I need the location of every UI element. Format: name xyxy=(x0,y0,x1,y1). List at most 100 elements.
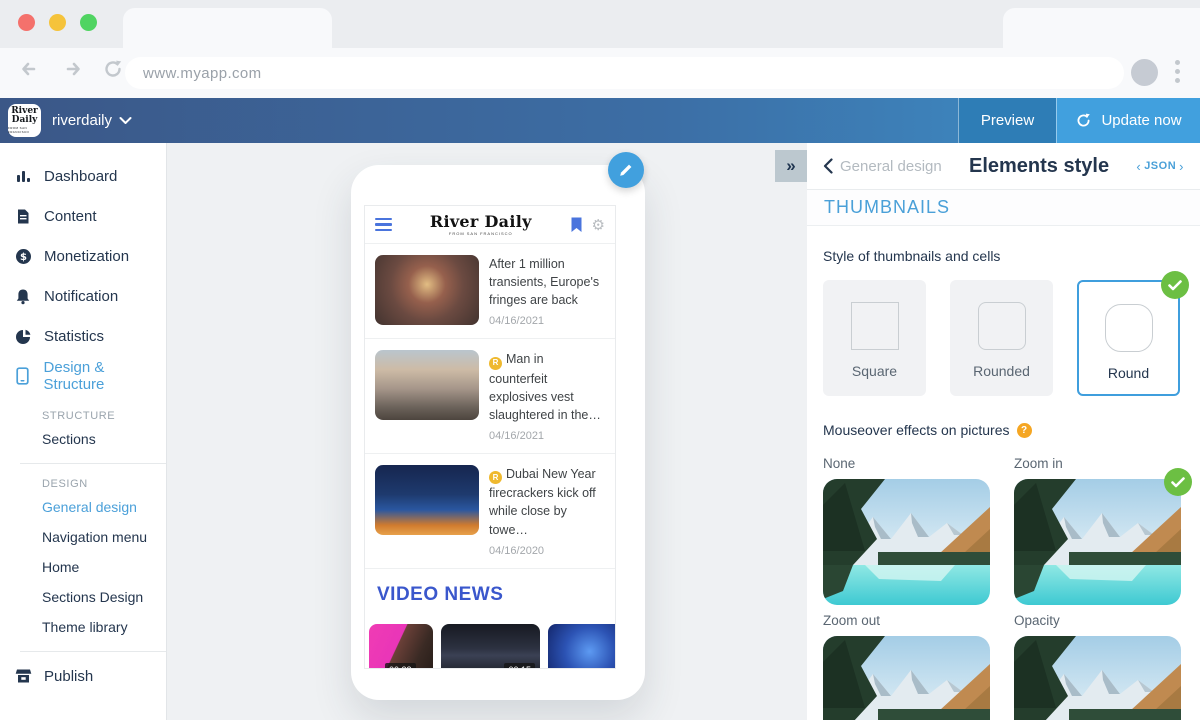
sidebar-item-label: Notification xyxy=(44,288,118,305)
effect-preview-image xyxy=(1014,479,1181,605)
preview-button-label: Preview xyxy=(981,112,1034,129)
masthead-tagline: FROM SAN FRANCISCO xyxy=(449,231,513,236)
effect-label: None xyxy=(823,456,990,471)
sidebar-section-design: DESIGN xyxy=(42,478,166,490)
preview-canvas: » River Daily FROM SAN FRANCISCO xyxy=(167,143,807,720)
effect-option-opacity[interactable]: Opacity xyxy=(1014,605,1181,720)
back-icon[interactable] xyxy=(18,57,42,81)
sidebar-item-statistics[interactable]: Statistics xyxy=(0,316,166,356)
source-badge: R xyxy=(489,471,502,484)
browser-tab-secondary[interactable] xyxy=(1003,8,1200,48)
close-window-button[interactable] xyxy=(18,14,35,31)
sidebar-item-monetization[interactable]: $ Monetization xyxy=(0,236,166,276)
effect-option-none[interactable]: None xyxy=(823,448,990,605)
sidebar-item-label: Statistics xyxy=(44,328,104,345)
sidebar-item-publish[interactable]: Publish xyxy=(0,656,166,696)
effect-label: Zoom in xyxy=(1014,456,1181,471)
chevron-down-icon[interactable] xyxy=(119,116,132,125)
json-toggle-label: JSON xyxy=(1144,160,1176,172)
preview-button[interactable]: Preview xyxy=(958,98,1056,143)
json-toggle[interactable]: ‹ JSON › xyxy=(1136,159,1184,174)
square-shape xyxy=(851,302,899,350)
divider xyxy=(20,651,166,652)
article-thumbnail xyxy=(375,350,479,420)
thumbnail-style-options: Square Rounded Round xyxy=(823,280,1184,396)
effect-option-zoom-out[interactable]: Zoom out xyxy=(823,605,990,720)
edit-button[interactable] xyxy=(608,152,644,188)
browser-avatar[interactable] xyxy=(1131,59,1158,86)
bell-icon xyxy=(14,288,32,305)
sidebar-item-notification[interactable]: Notification xyxy=(0,276,166,316)
browser-tab-active[interactable] xyxy=(123,8,332,48)
thumb-style-label: Style of thumbnails and cells xyxy=(823,248,1184,264)
article-row[interactable]: RMan in counterfeit explosives vest slau… xyxy=(365,339,615,454)
effect-option-zoom-in[interactable]: Zoom in xyxy=(1014,448,1181,605)
thumb-style-rounded[interactable]: Rounded xyxy=(950,280,1053,396)
phone-screen: River Daily FROM SAN FRANCISCO ⚙ After 1… xyxy=(364,205,616,669)
article-title: RDubai New Year firecrackers kick off wh… xyxy=(489,465,605,539)
minimize-window-button[interactable] xyxy=(49,14,66,31)
video-carousel[interactable]: 00:32 00:15 xyxy=(369,624,615,669)
mouseover-effect-options: None Zoom in xyxy=(823,448,1184,720)
settings-panel: General design Elements style ‹ JSON › T… xyxy=(807,143,1200,720)
forward-icon[interactable] xyxy=(60,57,84,81)
sidebar-item-sections-design[interactable]: Sections Design xyxy=(0,582,166,612)
app-header: River Daily FROM SAN FRANCISCO riverdail… xyxy=(0,98,1200,143)
video-thumbnail[interactable]: 00:15 xyxy=(441,624,540,669)
collapse-panel-button[interactable]: » xyxy=(775,150,807,182)
masthead-title: River Daily xyxy=(430,214,532,230)
sidebar-item-general-design[interactable]: General design xyxy=(0,492,166,522)
thumb-style-round[interactable]: Round xyxy=(1077,280,1180,396)
sidebar-item-label: Design & Structure xyxy=(44,359,166,393)
video-duration: 00:15 xyxy=(504,663,535,669)
address-bar[interactable]: www.myapp.com xyxy=(125,57,1124,89)
bookmark-icon[interactable] xyxy=(570,217,583,233)
maximize-window-button[interactable] xyxy=(80,14,97,31)
browser-menu-icon[interactable] xyxy=(1173,58,1182,85)
refresh-icon xyxy=(1075,112,1092,129)
effect-label: Zoom out xyxy=(823,613,990,628)
panel-body: Style of thumbnails and cells Square Rou… xyxy=(807,226,1200,720)
sidebar-item-design-structure[interactable]: Design & Structure xyxy=(0,356,166,396)
reload-icon[interactable] xyxy=(102,58,124,80)
selected-check-icon xyxy=(1164,468,1192,496)
pie-chart-icon xyxy=(14,328,32,345)
thumb-style-square[interactable]: Square xyxy=(823,280,926,396)
article-date: 04/16/2021 xyxy=(489,430,605,442)
phone-icon xyxy=(14,367,32,385)
chevron-left-icon: ‹ xyxy=(1136,159,1141,174)
video-news-heading: VIDEO NEWS xyxy=(365,569,615,610)
gear-icon[interactable]: ⚙ xyxy=(592,216,605,234)
url-text: www.myapp.com xyxy=(143,65,262,82)
divider xyxy=(20,463,166,464)
sidebar-item-theme-library[interactable]: Theme library xyxy=(0,612,166,642)
effect-preview-image xyxy=(1014,636,1181,720)
chevron-left-icon xyxy=(823,158,833,174)
article-row[interactable]: RDubai New Year firecrackers kick off wh… xyxy=(365,454,615,569)
video-thumbnail[interactable]: 00:32 xyxy=(369,624,433,669)
help-icon[interactable]: ? xyxy=(1017,423,1032,438)
store-icon xyxy=(14,668,32,684)
sidebar-item-content[interactable]: Content xyxy=(0,196,166,236)
update-now-button[interactable]: Update now xyxy=(1056,98,1200,143)
article-row[interactable]: After 1 million transients, Europe's fri… xyxy=(365,244,615,339)
sidebar-section-structure: STRUCTURE xyxy=(42,410,166,422)
sidebar-item-dashboard[interactable]: Dashboard xyxy=(0,156,166,196)
hamburger-menu-icon[interactable] xyxy=(375,218,392,231)
sidebar-item-sections[interactable]: Sections xyxy=(0,424,166,454)
app-logo-line2: Daily xyxy=(12,116,38,125)
app-name[interactable]: riverdaily xyxy=(52,112,112,129)
sidebar-item-home[interactable]: Home xyxy=(0,552,166,582)
chevron-right-icon: › xyxy=(1179,159,1184,174)
thumbnails-section-header: THUMBNAILS xyxy=(807,190,1200,226)
source-badge: R xyxy=(489,357,502,370)
app-logo[interactable]: River Daily FROM SAN FRANCISCO xyxy=(8,104,41,137)
phone-masthead: River Daily FROM SAN FRANCISCO xyxy=(392,214,570,236)
sidebar-item-navigation-menu[interactable]: Navigation menu xyxy=(0,522,166,552)
video-thumbnail[interactable] xyxy=(548,624,615,669)
thumb-style-label: Rounded xyxy=(973,363,1030,379)
document-icon xyxy=(14,208,32,225)
back-to-general-design[interactable]: General design xyxy=(823,158,942,175)
pencil-icon xyxy=(618,162,634,178)
panel-header: General design Elements style ‹ JSON › xyxy=(807,143,1200,190)
